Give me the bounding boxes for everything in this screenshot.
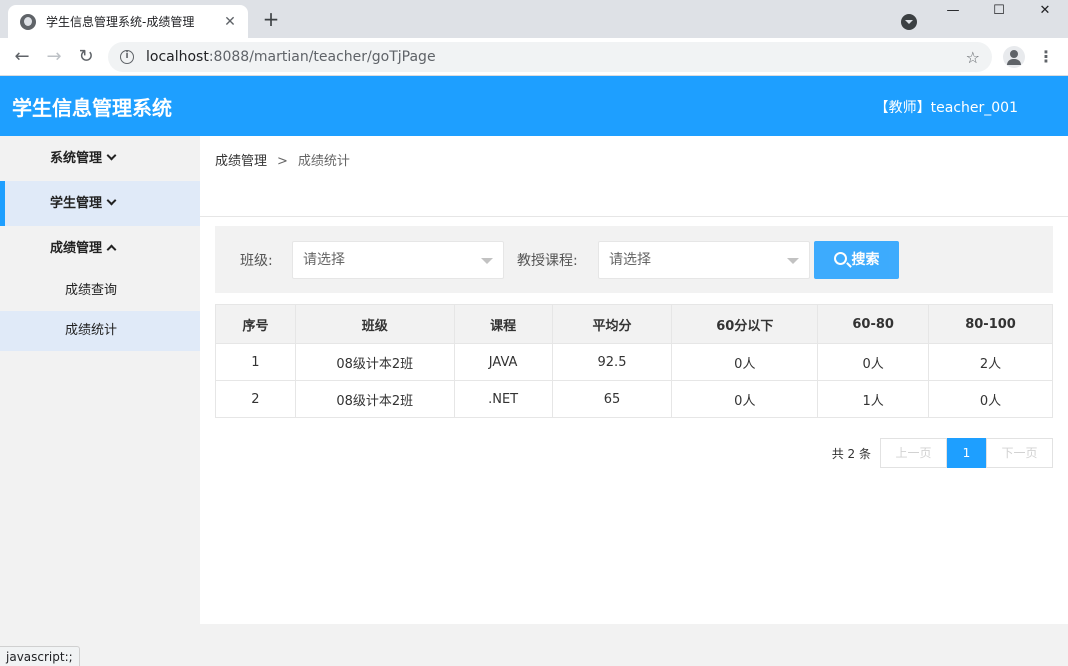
tab-close-icon[interactable]: ✕ [222,14,238,30]
url-text[interactable]: localhost:8088/martian/teacher/goTjPage [146,49,966,65]
url-path: :8088/martian/teacher/goTjPage [208,49,436,65]
chevron-down-icon [106,195,117,206]
chevron-up-icon [106,244,117,255]
search-button[interactable]: 搜索 [814,241,899,279]
app-header: 学生信息管理系统 【教师】teacher_001 [0,76,1068,136]
course-select[interactable]: 请选择 [598,241,810,279]
info-icon[interactable]: i [120,50,134,64]
bookmark-star-icon[interactable]: ☆ [966,48,980,67]
divider [200,216,1068,217]
chevron-down-icon [106,150,117,161]
page-number-current[interactable]: 1 [947,438,986,468]
column-header[interactable]: 80-100 [928,304,1053,344]
browser-tab[interactable]: 学生信息管理系统-成绩管理 ✕ [8,5,248,38]
stats-table: 序号 班级 课程 平均分 60分以下 60-80 80-100 1 08级计本2… [215,304,1053,418]
table-cell: 0人 [671,380,819,418]
back-icon[interactable]: ← [10,46,34,68]
table-cell: 1 [215,343,296,381]
record-count: 共 2 条 [831,446,871,461]
app-title: 学生信息管理系统 [12,96,172,120]
table-cell: 0人 [928,380,1053,418]
forward-icon[interactable]: → [42,46,66,68]
table-cell: 1人 [817,380,930,418]
table-cell: 08级计本2班 [294,343,455,381]
minimize-button[interactable]: — [930,0,976,24]
sidebar-item-grade-query[interactable]: 成绩查询 [0,271,200,311]
main-content: 成绩管理 > 成绩统计 班级: 请选择 教授课程: 请选择 搜索 序号 班级 课程 … [200,136,1068,624]
class-select[interactable]: 请选择 [292,241,504,279]
table-cell: 92.5 [551,343,673,381]
user-info[interactable]: 【教师】teacher_001 [875,97,1018,117]
search-icon [833,252,847,265]
course-label: 教授课程: [517,253,578,269]
prev-page-button[interactable]: 上一页 [880,438,947,468]
column-header[interactable]: 平均分 [551,304,673,344]
course-select-value: 请选择 [609,252,651,268]
profile-avatar-icon[interactable] [1003,46,1025,68]
footer [200,624,1068,666]
table-cell: 2 [215,380,296,418]
sidebar: 系统管理 学生管理 成绩管理 成绩查询 成绩统计 [0,136,200,666]
breadcrumb-separator: > [277,154,288,169]
browser-menu-icon[interactable]: ⋮ [1038,46,1054,68]
search-panel: 班级: 请选择 教授课程: 请选择 搜索 [215,226,1053,293]
next-page-button[interactable]: 下一页 [986,438,1053,468]
table-header-row: 序号 班级 课程 平均分 60分以下 60-80 80-100 [215,304,1053,344]
class-label: 班级: [240,253,273,269]
breadcrumb-current: 成绩统计 [297,154,350,169]
column-header[interactable]: 班级 [294,304,455,344]
close-window-button[interactable]: ✕ [1022,0,1068,24]
table-cell: 2人 [928,343,1053,381]
column-header[interactable]: 课程 [453,304,553,344]
url-host: localhost [146,49,209,65]
tab-search-icon[interactable] [901,14,917,30]
table-cell: 0人 [817,343,930,381]
table-row[interactable]: 2 08级计本2班 .NET 65 0人 1人 0人 [215,380,1053,418]
address-bar[interactable]: i localhost:8088/martian/teacher/goTjPag… [108,42,992,72]
reload-icon[interactable]: ↻ [74,46,98,68]
browser-toolbar: ← → ↻ i localhost:8088/martian/teacher/g… [0,38,1068,76]
browser-tab-strip: 学生信息管理系统-成绩管理 ✕ + — ☐ ✕ [0,0,1068,38]
table-cell: 65 [551,380,673,418]
breadcrumb: 成绩管理 > 成绩统计 [215,150,350,169]
sidebar-group-grades[interactable]: 成绩管理 [0,226,200,271]
search-button-label: 搜索 [851,252,880,268]
table-row[interactable]: 1 08级计本2班 JAVA 92.5 0人 0人 2人 [215,343,1053,381]
sidebar-item-grade-stats[interactable]: 成绩统计 [0,311,200,351]
sidebar-group-label: 学生管理 [50,196,103,211]
pagination: 共 2 条 上一页 1 下一页 [832,438,1053,468]
table-cell: JAVA [453,343,553,381]
sidebar-group-students[interactable]: 学生管理 [0,181,200,226]
column-header[interactable]: 60分以下 [671,304,819,344]
browser-status-bar: javascript:; [0,646,80,666]
caret-down-icon [481,258,493,264]
sidebar-group-system[interactable]: 系统管理 [0,136,200,181]
globe-icon [20,13,36,30]
table-cell: 0人 [671,343,819,381]
table-cell: 08级计本2班 [294,380,455,418]
new-tab-button[interactable]: + [260,8,282,30]
caret-down-icon [787,258,799,264]
table-cell: .NET [453,380,553,418]
column-header[interactable]: 序号 [215,304,296,344]
tab-title: 学生信息管理系统-成绩管理 [46,15,195,29]
sidebar-group-label: 系统管理 [50,151,103,166]
maximize-button[interactable]: ☐ [976,0,1022,24]
column-header[interactable]: 60-80 [817,304,930,344]
sidebar-group-label: 成绩管理 [50,241,103,256]
breadcrumb-parent[interactable]: 成绩管理 [215,154,267,169]
class-select-value: 请选择 [303,252,345,268]
